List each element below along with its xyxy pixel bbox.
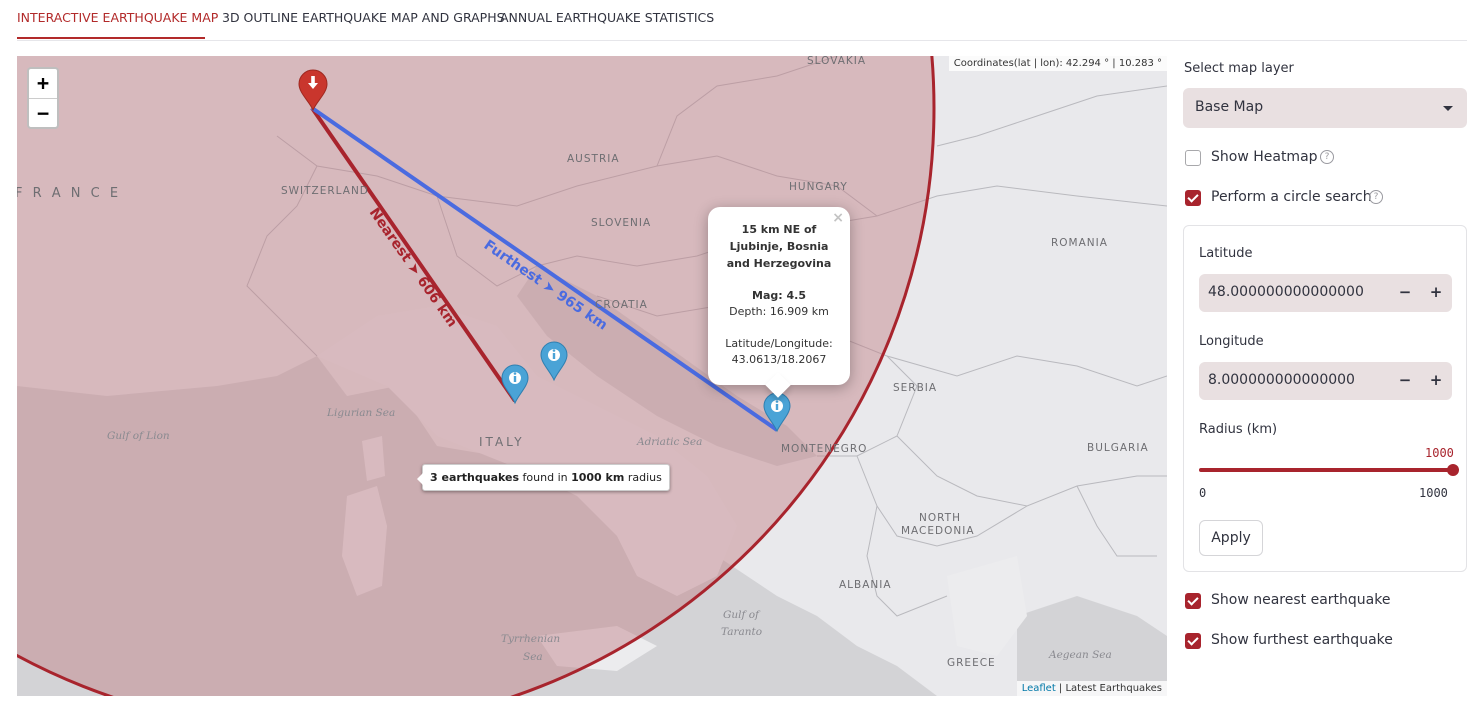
tooltip-text: found in (519, 471, 572, 484)
longitude-decrement-button[interactable]: − (1394, 369, 1416, 391)
radius-min-label: 0 (1199, 486, 1207, 500)
radius-current-value: 1000 (1425, 446, 1454, 460)
tab-bar: INTERACTIVE EARTHQUAKE MAP 3D OUTLINE EA… (17, 0, 1467, 41)
longitude-value[interactable]: 8.000000000000000 (1208, 372, 1355, 388)
earthquake-map[interactable]: Nearest ➤ 606 km Furthest ➤ 965 km SLOVA… (17, 56, 1167, 696)
radius-slider-track[interactable] (1199, 468, 1453, 472)
label-austria: AUSTRIA (567, 153, 620, 165)
active-tab-indicator (17, 37, 205, 39)
circle-search-checkbox[interactable] (1185, 190, 1201, 206)
popup-title-line: and Herzegovina (726, 257, 832, 270)
map-layer-label: Select map layer (1184, 61, 1294, 76)
radius-max-label: 1000 (1419, 486, 1448, 500)
label-bulgaria: BULGARIA (1087, 442, 1149, 454)
earthquake-popup: × 15 km NE of Ljubinje, Bosnia and Herze… (708, 207, 850, 398)
greece (947, 556, 1027, 656)
tab-3d-outline-map[interactable]: 3D OUTLINE EARTHQUAKE MAP AND GRAPHS (222, 10, 505, 25)
map-layer-value: Base Map (1195, 99, 1264, 115)
radius-label: Radius (km) (1199, 422, 1278, 437)
chevron-down-icon (1443, 106, 1453, 111)
popup-title-line: 15 km NE of (741, 223, 817, 236)
popup-latlon-label: Latitude/Longitude: (725, 337, 833, 350)
label-switzerland: SWITZERLAND (281, 185, 369, 197)
label-gulf-of-lion: Gulf of Lion (107, 430, 170, 442)
popup-title-line: Ljubinje, Bosnia (729, 240, 829, 253)
tab-annual-statistics[interactable]: ANNUAL EARTHQUAKE STATISTICS (500, 10, 714, 25)
search-result-tooltip: 3 earthquakes found in 1000 km radius (417, 464, 670, 491)
apply-button[interactable]: Apply (1199, 520, 1263, 556)
longitude-input[interactable]: 8.000000000000000 − + (1199, 362, 1452, 400)
border (936, 85, 1167, 147)
popup-magnitude: Mag: 4.5 (752, 289, 806, 302)
label-sea: Sea (523, 651, 543, 663)
zoom-in-button[interactable]: + (29, 69, 57, 99)
label-north: NORTH (919, 512, 961, 524)
circle-search-label[interactable]: Perform a circle search (1211, 189, 1372, 205)
leaflet-link[interactable]: Leaflet (1022, 683, 1056, 694)
label-montenegro: MONTENEGRO (781, 443, 867, 455)
furthest-earthquake-label[interactable]: Show furthest earthquake (1211, 632, 1393, 648)
tooltip-count: 3 earthquakes (430, 471, 520, 484)
label-aegean-sea: Aegean Sea (1048, 649, 1112, 661)
radius-slider-thumb[interactable] (1447, 464, 1459, 476)
attribution-text: | Latest Earthquakes (1055, 683, 1162, 694)
latitude-increment-button[interactable]: + (1425, 281, 1447, 303)
coordinates-readout: Coordinates(lat | lon): 42.294 ° | 10.28… (948, 56, 1167, 71)
nearest-earthquake-label[interactable]: Show nearest earthquake (1211, 592, 1390, 608)
label-taranto: Taranto (721, 626, 762, 638)
label-albania: ALBANIA (839, 579, 892, 591)
help-icon[interactable]: ? (1369, 190, 1383, 204)
label-slovakia: SLOVAKIA (807, 56, 866, 67)
label-tyrrhenian: Tyrrhenian (501, 633, 560, 645)
label-adriatic-sea: Adriatic Sea (636, 436, 702, 448)
latitude-decrement-button[interactable]: − (1394, 281, 1416, 303)
label-france: F R A N C E (17, 186, 121, 201)
longitude-increment-button[interactable]: + (1425, 369, 1447, 391)
heatmap-checkbox[interactable] (1185, 150, 1201, 166)
latitude-value[interactable]: 48.000000000000000 (1208, 284, 1364, 300)
label-croatia: CROATIA (595, 299, 648, 311)
tab-interactive-earthquake-map[interactable]: INTERACTIVE EARTHQUAKE MAP (17, 10, 218, 25)
latitude-label: Latitude (1199, 246, 1253, 261)
label-hungary: HUNGARY (789, 181, 848, 193)
label-slovenia: SLOVENIA (591, 217, 651, 229)
label-greece: GREECE (947, 657, 996, 669)
border (1076, 485, 1157, 557)
nearest-earthquake-checkbox[interactable] (1185, 593, 1201, 609)
popup-depth: Depth: 16.909 km (729, 305, 829, 318)
zoom-control: + − (27, 67, 59, 129)
longitude-label: Longitude (1199, 334, 1264, 349)
latitude-input[interactable]: 48.000000000000000 − + (1199, 274, 1452, 312)
label-italy: ITALY (479, 435, 525, 449)
tooltip-radius: 1000 km (571, 471, 625, 484)
label-romania: ROMANIA (1051, 237, 1108, 249)
map-layer-select[interactable]: Base Map (1183, 88, 1467, 128)
label-ligurian-sea: Ligurian Sea (326, 407, 395, 419)
popup-latlon-value: 43.0613/18.2067 (731, 353, 827, 366)
label-gulf-of: Gulf of (723, 609, 761, 621)
furthest-earthquake-checkbox[interactable] (1185, 633, 1201, 649)
label-serbia: SERBIA (893, 382, 937, 394)
tooltip-text: radius (624, 471, 662, 484)
zoom-out-button[interactable]: − (29, 99, 57, 128)
label-macedonia: MACEDONIA (901, 525, 975, 537)
popup-close-button[interactable]: × (832, 210, 844, 226)
help-icon[interactable]: ? (1320, 150, 1334, 164)
map-attribution: Leaflet | Latest Earthquakes (1016, 681, 1167, 696)
heatmap-label[interactable]: Show Heatmap (1211, 149, 1318, 165)
map-canvas: Nearest ➤ 606 km Furthest ➤ 965 km SLOVA… (17, 56, 1167, 696)
